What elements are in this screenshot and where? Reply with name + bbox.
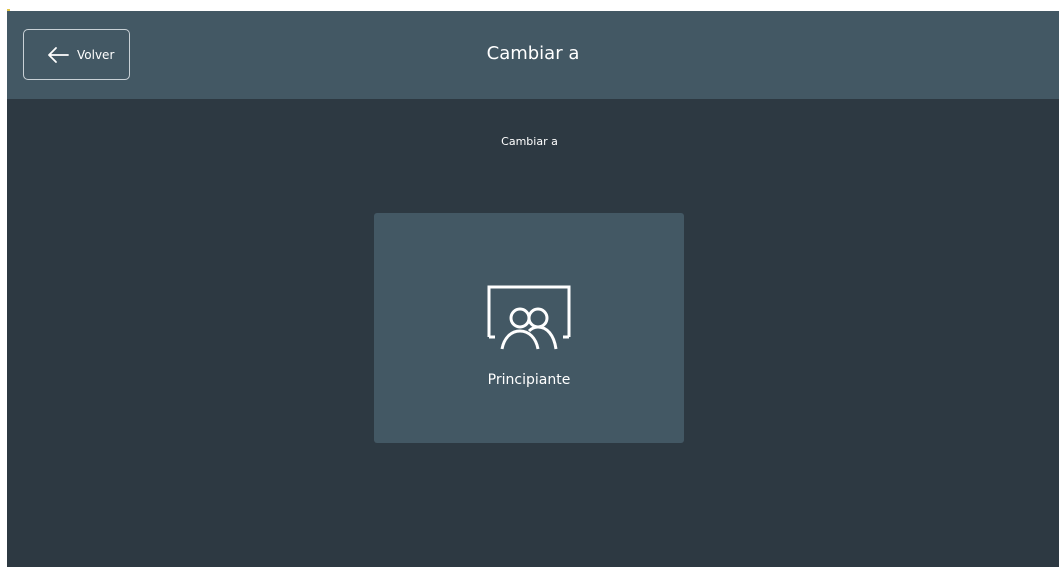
section-title: Cambiar a [501,135,558,148]
classroom-users-icon [487,285,571,350]
option-card-principiante[interactable]: Principiante [374,213,684,443]
page-title: Cambiar a [486,43,580,64]
header-bar: Volver Cambiar a [7,11,1059,99]
option-card-label: Principiante [487,372,571,388]
